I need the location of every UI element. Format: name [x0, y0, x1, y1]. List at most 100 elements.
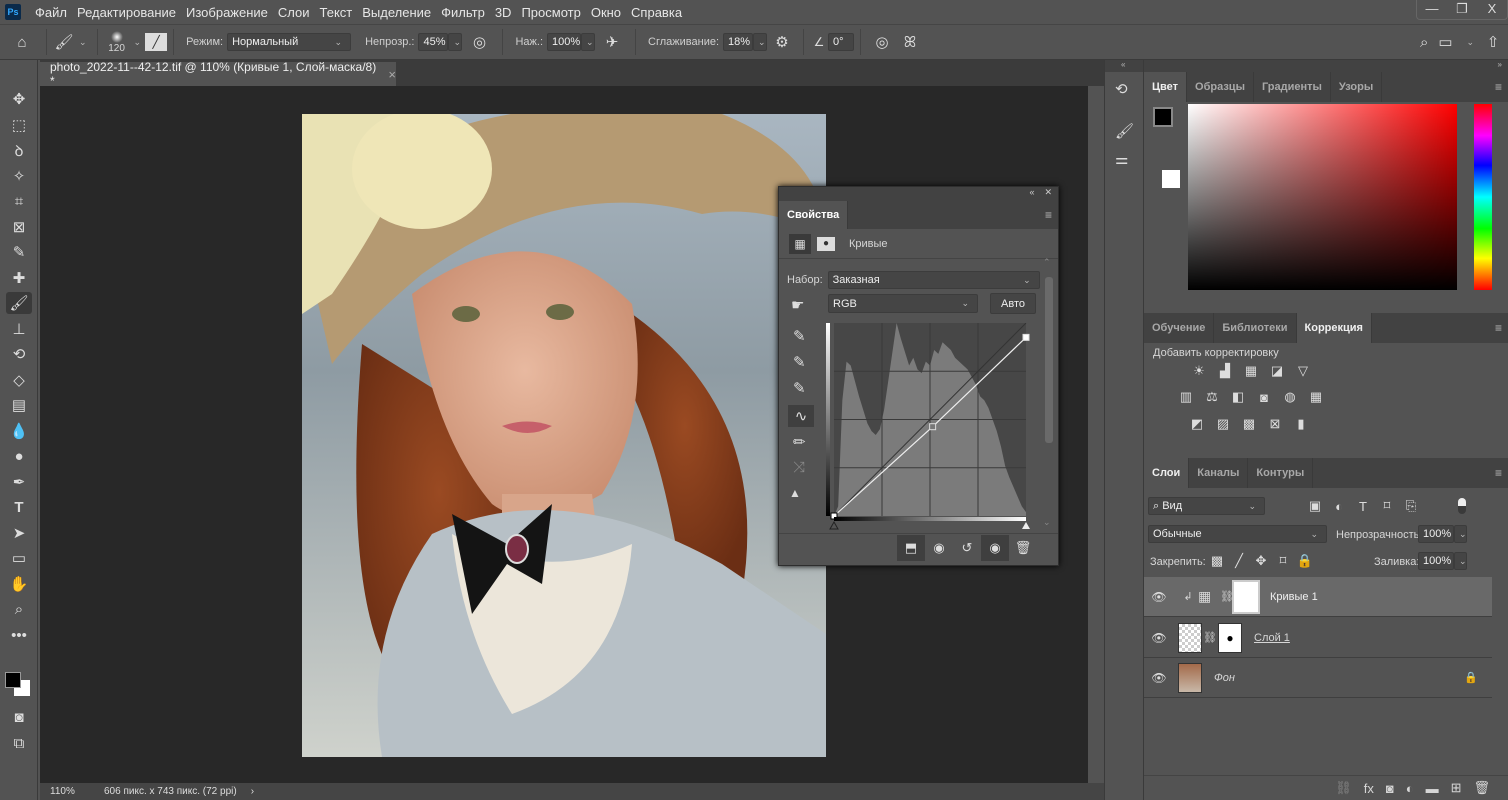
fill-dropdown[interactable]: ⌄ [1454, 552, 1467, 570]
auto-button[interactable]: Авто [990, 293, 1036, 314]
black-point-eyedropper-icon[interactable]: ✎ [793, 327, 806, 345]
close-panel-icon[interactable]: ✕ [1044, 187, 1052, 201]
eraser-tool-icon[interactable]: ◇ [6, 369, 32, 391]
panel-menu-icon[interactable]: ≡ [1495, 72, 1508, 102]
quick-mask-icon[interactable]: ◙ [6, 706, 32, 728]
hue-slider[interactable] [1474, 104, 1492, 290]
curve-point[interactable] [929, 423, 937, 431]
workspace-icon[interactable]: ▭ [1428, 33, 1462, 51]
tab-learn[interactable]: Обучение [1144, 313, 1215, 343]
document-image[interactable] [302, 114, 826, 757]
type-tool-icon[interactable]: T [6, 496, 32, 518]
layer-name[interactable]: Слой 1 [1254, 632, 1290, 644]
gradient-map-icon[interactable]: ▮ [1292, 416, 1310, 432]
color-field[interactable] [1188, 104, 1457, 290]
brush-preset-icon[interactable]: 🖌 [53, 33, 75, 51]
tab-swatches[interactable]: Образцы [1187, 72, 1254, 102]
hue-saturation-icon[interactable]: ▥ [1177, 389, 1195, 405]
delete-layer-icon[interactable]: 🗑 [1473, 780, 1490, 796]
mode-select[interactable]: Нормальный ⌄ [227, 33, 352, 51]
background-color-chip[interactable] [1162, 170, 1180, 188]
new-group-icon[interactable]: ▬ [1426, 781, 1439, 796]
move-tool-icon[interactable]: ✥ [6, 88, 32, 110]
white-point-slider[interactable] [1022, 522, 1030, 529]
new-adjustment-layer-icon[interactable]: ◐ [1406, 781, 1414, 796]
history-panel-icon[interactable]: ⟲ [1115, 80, 1128, 98]
fill-input[interactable]: 100% [1418, 552, 1454, 570]
marquee-tool-icon[interactable]: ⬚ [6, 114, 32, 136]
stamp-tool-icon[interactable]: ⊥ [6, 318, 32, 340]
curves-adjustment-icon[interactable]: ▦ [789, 233, 811, 254]
view-previous-state-icon[interactable]: ◉ [925, 535, 953, 561]
rectangle-tool-icon[interactable]: ▭ [6, 547, 32, 569]
tab-libraries[interactable]: Библиотеки [1214, 313, 1297, 343]
scroll-up-icon[interactable]: ⌃ [1043, 257, 1051, 268]
tab-properties[interactable]: Свойства [779, 201, 849, 229]
layer-opacity-dropdown[interactable]: ⌄ [1454, 525, 1467, 543]
scroll-down-icon[interactable]: ⌄ [1043, 517, 1051, 528]
minimize-button[interactable]: — [1417, 0, 1447, 19]
menu-help[interactable]: Справка [626, 5, 687, 20]
filter-type-icon[interactable]: T [1354, 498, 1372, 514]
close-document-icon[interactable]: × [388, 67, 396, 82]
menu-file[interactable]: Файл [30, 5, 72, 20]
menu-type[interactable]: Текст [315, 5, 358, 20]
filter-pixel-icon[interactable]: ▣ [1306, 498, 1324, 514]
brush-settings-icon[interactable]: ╱ [145, 33, 168, 51]
collapse-panel-icon[interactable]: « [1029, 187, 1034, 201]
menu-view[interactable]: Просмотр [516, 5, 585, 20]
home-icon[interactable]: ⌂ [4, 34, 40, 51]
zoom-tool-icon[interactable]: ⌕ [6, 598, 32, 620]
tab-gradients[interactable]: Градиенты [1254, 72, 1331, 102]
tab-channels[interactable]: Каналы [1189, 458, 1249, 488]
crop-tool-icon[interactable]: ⌗ [6, 190, 32, 212]
flow-dropdown[interactable]: ⌄ [581, 33, 596, 51]
filter-shape-icon[interactable]: ⌑ [1378, 498, 1396, 514]
magic-wand-tool-icon[interactable]: ✧ [6, 165, 32, 187]
black-point-slider[interactable] [829, 520, 839, 530]
link-icon[interactable]: ⛓ [1220, 590, 1234, 603]
channel-select[interactable]: RGB ⌄ [828, 294, 978, 313]
fx-icon[interactable]: fx [1364, 781, 1374, 796]
menu-image[interactable]: Изображение [181, 5, 273, 20]
channel-mixer-icon[interactable]: ◍ [1281, 389, 1299, 405]
color-lookup-icon[interactable]: ▦ [1307, 389, 1325, 405]
menu-select[interactable]: Выделение [357, 5, 436, 20]
selective-color-icon[interactable]: ⊠ [1266, 416, 1284, 432]
layer-mask-thumbnail[interactable]: ● [1218, 622, 1242, 653]
curve-edit-points-icon[interactable]: ∿ [788, 405, 814, 427]
tab-patterns[interactable]: Узоры [1331, 72, 1383, 102]
brush-tool-icon[interactable]: 🖌 [6, 292, 32, 314]
pencil-draw-curve-icon[interactable]: ✏ [793, 433, 806, 451]
opacity-input[interactable]: 45% [418, 33, 449, 51]
menu-edit[interactable]: Редактирование [72, 5, 181, 20]
properties-scrollbar[interactable] [1045, 277, 1053, 443]
lock-position-icon[interactable]: ✥ [1252, 553, 1270, 569]
close-button[interactable]: X [1477, 0, 1507, 19]
lasso-tool-icon[interactable]: ꝺ [6, 140, 32, 162]
share-icon[interactable]: ⇧ [1478, 33, 1508, 51]
curve-point[interactable] [1022, 333, 1030, 341]
exposure-icon[interactable]: ◪ [1268, 363, 1286, 379]
layer-name[interactable]: Фон [1214, 672, 1235, 684]
foreground-color-chip[interactable] [1153, 107, 1173, 127]
clipping-warning-icon[interactable]: ▲ [789, 486, 801, 500]
foreground-color-swatch[interactable] [5, 672, 21, 688]
invert-icon[interactable]: ◩ [1188, 416, 1206, 432]
brush-size-picker[interactable]: 120 [104, 30, 130, 54]
smoothing-dropdown[interactable]: ⌄ [753, 33, 768, 51]
color-balance-icon[interactable]: ⚖ [1203, 389, 1221, 405]
search-icon[interactable]: ⌕ [1420, 34, 1428, 51]
pressure-opacity-icon[interactable]: ◎ [462, 33, 496, 51]
lock-pixels-icon[interactable]: ╱ [1230, 553, 1248, 569]
blur-tool-icon[interactable]: 💧 [6, 420, 32, 442]
screen-mode-icon[interactable]: ⧉ [6, 732, 32, 754]
hand-tool-icon[interactable]: ✋ [6, 573, 32, 595]
layer-row-background[interactable]: 👁 Фон 🔒 [1144, 658, 1492, 698]
layer-filter-select[interactable]: ⌕ Вид ⌄ [1148, 497, 1265, 515]
panel-menu-icon[interactable]: ≡ [1495, 313, 1508, 343]
filter-toggle[interactable] [1458, 498, 1466, 514]
delete-adjustment-icon[interactable]: 🗑 [1009, 535, 1037, 561]
targeted-adjustment-icon[interactable]: ☛ [791, 296, 804, 314]
lock-all-icon[interactable]: 🔒 [1296, 553, 1314, 569]
